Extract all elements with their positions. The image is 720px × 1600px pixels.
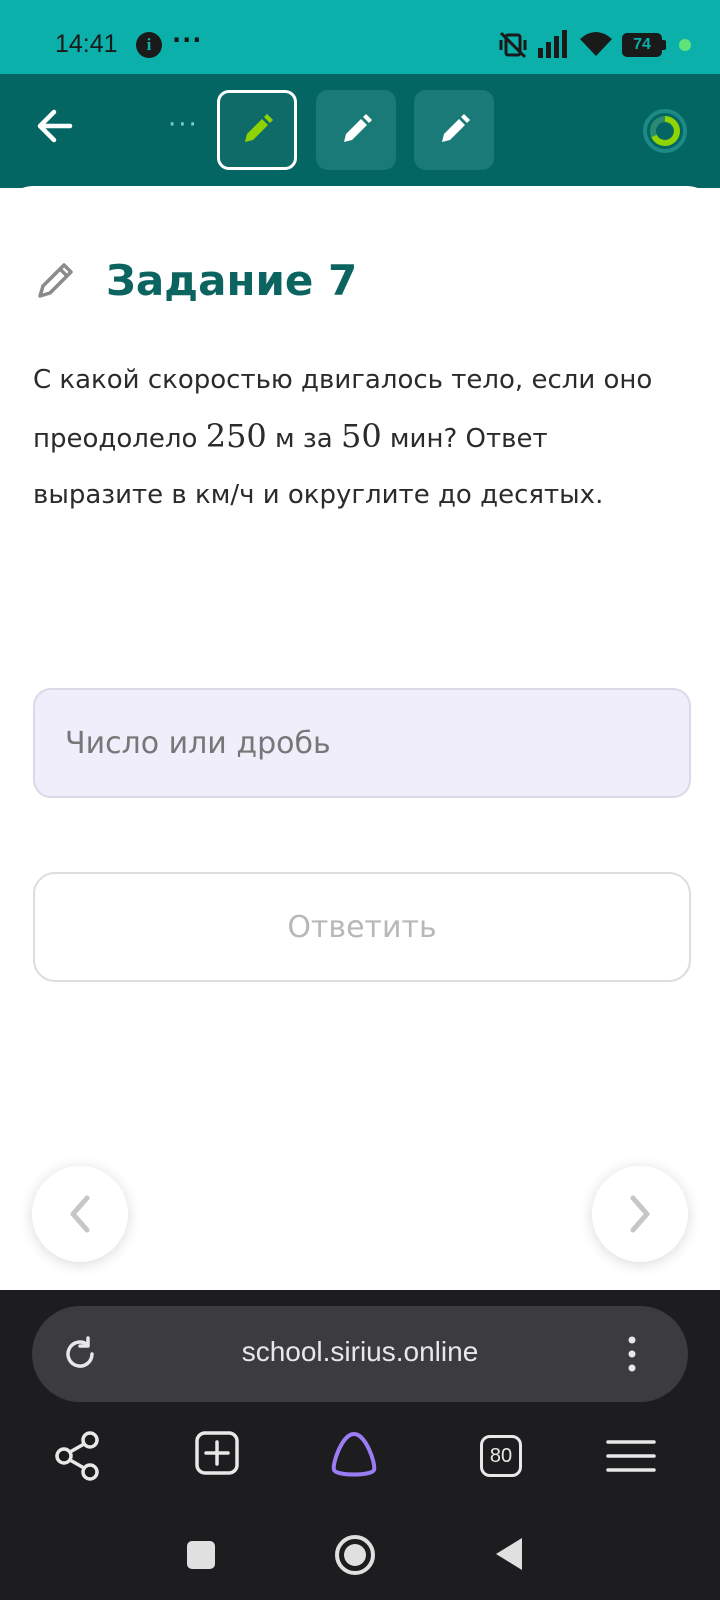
task-tab-current[interactable] <box>217 90 297 170</box>
task-title: Задание 7 <box>106 256 358 305</box>
charging-dot-icon <box>679 39 691 51</box>
answer-input[interactable] <box>33 688 691 798</box>
chevron-left-icon <box>70 1195 90 1233</box>
hamburger-menu-icon[interactable] <box>606 1438 656 1474</box>
question-text-2: м за <box>266 424 341 454</box>
arrow-left-icon <box>37 109 73 143</box>
share-icon[interactable] <box>54 1430 102 1482</box>
status-more-icon: ··· <box>172 26 203 54</box>
previous-task-button[interactable] <box>32 1166 128 1262</box>
task-tab-next[interactable] <box>316 90 396 170</box>
recent-apps-icon[interactable] <box>186 1540 216 1570</box>
task-tab-later[interactable] <box>414 90 494 170</box>
system-back-icon[interactable] <box>494 1536 524 1572</box>
browser-toolbar: school.sirius.online 80 <box>0 1290 720 1600</box>
submit-answer-button[interactable]: Ответить <box>33 872 691 982</box>
distance-value: 250 <box>205 417 267 455</box>
pencil-icon <box>38 263 73 298</box>
kebab-menu-icon[interactable] <box>626 1332 638 1376</box>
pencil-icon <box>344 114 372 142</box>
back-button[interactable] <box>30 100 82 152</box>
task-card: Задание 7 С какой скоростью двигалось те… <box>0 186 720 1290</box>
pencil-icon <box>442 114 470 142</box>
more-tasks-icon[interactable]: ··· <box>168 110 199 140</box>
battery-level: 74 <box>622 33 662 57</box>
task-question: С какой скоростью двигалось тело, если о… <box>33 352 673 523</box>
mute-vibrate-icon <box>499 31 527 59</box>
home-icon[interactable] <box>334 1534 376 1576</box>
pencil-icon <box>245 114 273 142</box>
signal-icon <box>538 30 567 58</box>
task-header: ··· <box>0 74 720 188</box>
chevron-right-icon <box>630 1195 650 1233</box>
status-bar: 14:41 i ··· 74 <box>0 0 720 74</box>
alice-assistant-icon[interactable] <box>328 1430 380 1478</box>
new-tab-icon[interactable] <box>194 1430 240 1476</box>
progress-ring-icon[interactable] <box>642 108 688 154</box>
tabs-count-button[interactable]: 80 <box>480 1435 522 1477</box>
time-value: 50 <box>340 417 382 455</box>
status-time: 14:41 <box>55 30 118 58</box>
address-bar[interactable]: school.sirius.online <box>32 1306 688 1402</box>
wifi-icon <box>580 32 612 56</box>
info-icon: i <box>136 32 162 58</box>
battery-icon: 74 <box>622 33 666 57</box>
url-text: school.sirius.online <box>241 1336 479 1367</box>
next-task-button[interactable] <box>592 1166 688 1262</box>
